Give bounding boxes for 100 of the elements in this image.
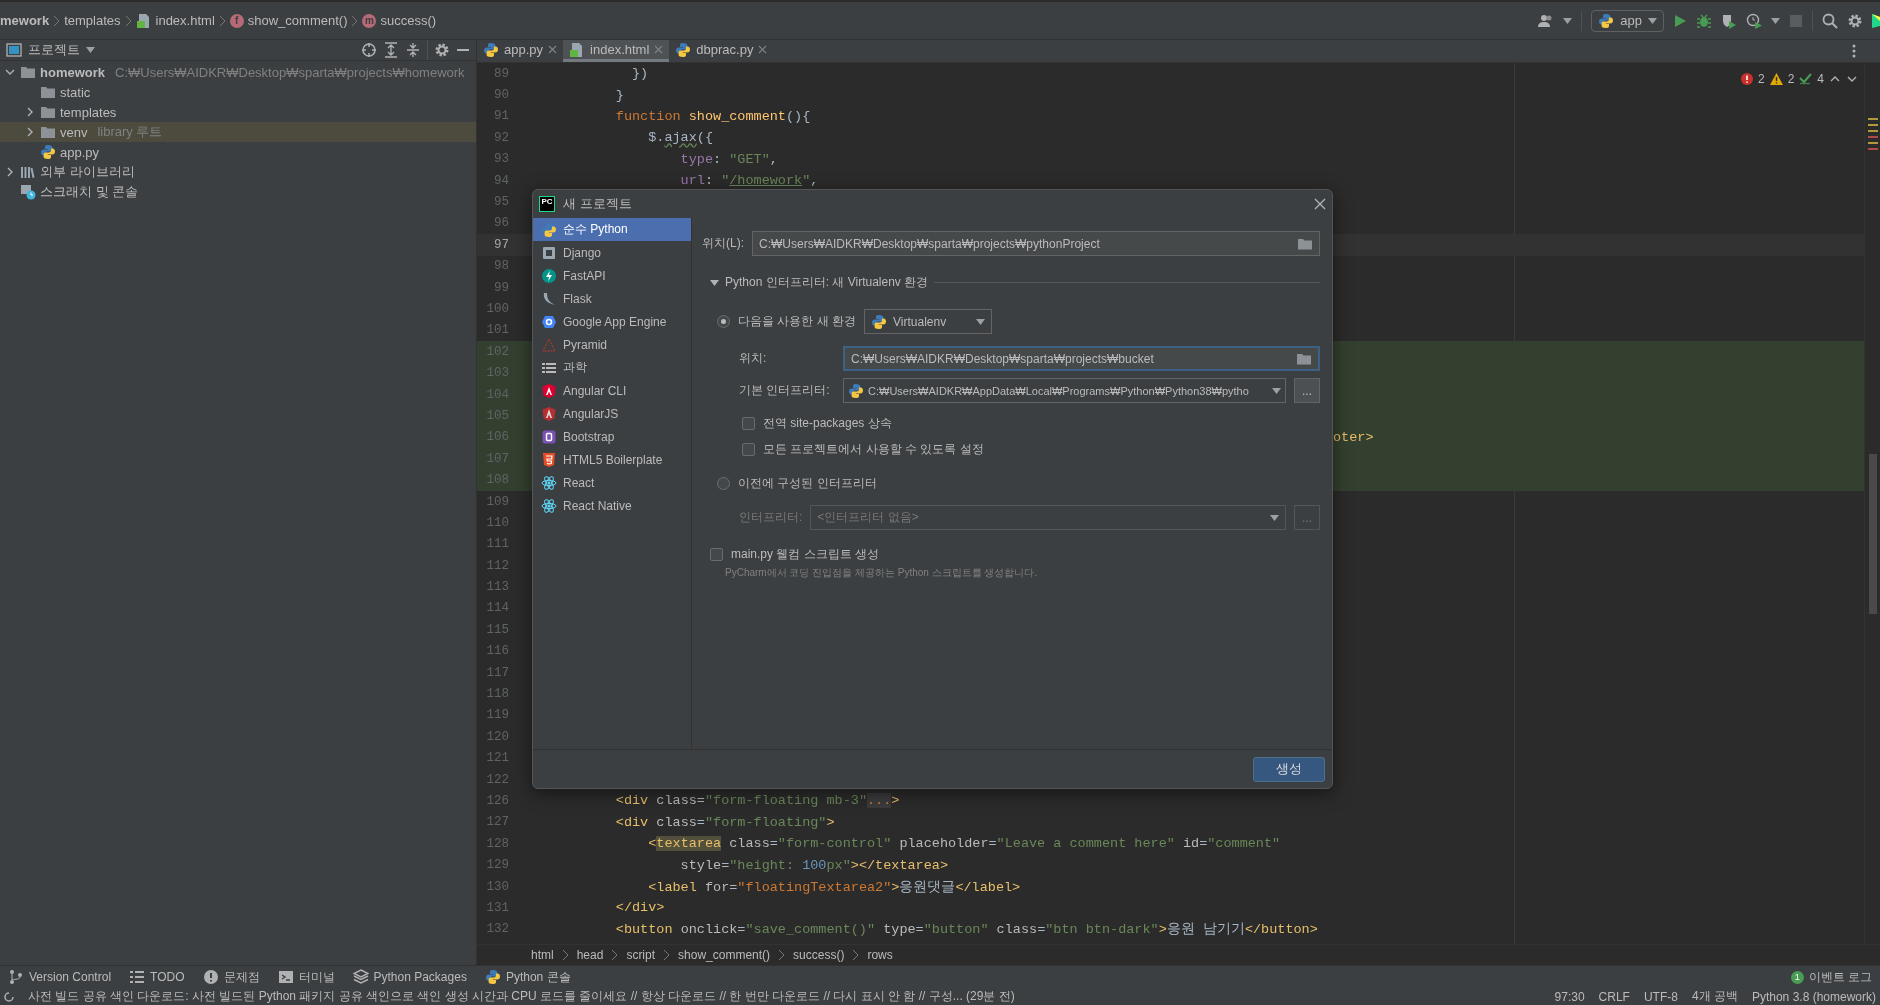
location-field[interactable]: C:₩Users₩AIDKR₩Desktop₩sparta₩projects₩pythonProject <box>752 231 1320 256</box>
caret-icon[interactable] <box>976 318 985 325</box>
scrollbar[interactable] <box>1864 63 1880 944</box>
breadcrumb-item[interactable]: show_comment() <box>678 948 771 962</box>
code-line: style="height: 100px"></textarea> <box>679 857 948 873</box>
status-item[interactable]: 4개 공백 <box>1691 988 1738 1005</box>
breadcrumb-item[interactable]: mework <box>0 13 50 28</box>
line-number: 109 <box>485 494 509 509</box>
project-type-item[interactable]: Pyramid <box>533 333 691 356</box>
tree-row[interactable]: static <box>0 82 476 102</box>
project-type-item[interactable]: Django <box>533 241 691 264</box>
project-type-item[interactable]: React <box>533 471 691 494</box>
status-item[interactable]: Python 3.8 (homework) <box>1751 989 1876 1004</box>
project-type-item[interactable]: Google App Engine <box>533 310 691 333</box>
typo-count[interactable]: 4 <box>1817 72 1824 86</box>
run-config-dropdown[interactable]: app <box>1591 9 1664 32</box>
checkbox-label: main.py 웰컴 스크립트 생성 <box>731 546 880 563</box>
caret-icon[interactable] <box>1771 17 1780 24</box>
environment-dropdown[interactable]: Virtualenv <box>864 309 992 334</box>
tree-row[interactable]: app.py <box>0 142 476 162</box>
line-number: 95 <box>493 195 509 210</box>
line-number: 116 <box>485 644 509 659</box>
project-type-item[interactable]: 과학 <box>533 356 691 379</box>
project-type-item[interactable]: React Native <box>533 494 691 517</box>
shield-icon <box>541 382 557 399</box>
line-number: 93 <box>493 152 509 167</box>
checkbox[interactable] <box>742 443 755 456</box>
profiler-icon[interactable] <box>1746 12 1762 29</box>
event-log-button[interactable]: 1 이벤트 로그 <box>1790 968 1872 986</box>
location-field[interactable]: C:₩Users₩AIDKR₩Desktop₩sparta₩projects₩bucket <box>843 346 1320 371</box>
tree-row[interactable]: homework C:₩Users₩AIDKR₩Desktop₩sparta₩projects₩homework <box>0 62 476 82</box>
error-count[interactable]: 2 <box>1757 72 1765 86</box>
caret-icon[interactable] <box>1563 17 1573 24</box>
project-path: C:₩Users₩AIDKR₩Desktop₩sparta₩projects₩homework <box>115 64 465 80</box>
panel-title[interactable]: 프로젝트 <box>28 41 80 59</box>
section-title[interactable]: Python 인터프리터: 새 Virtualenv 환경 <box>725 274 929 291</box>
expand-all-icon[interactable] <box>383 42 399 58</box>
project-type-item[interactable]: Flask <box>533 287 691 310</box>
close-icon[interactable] <box>758 45 768 54</box>
tree-label: venv <box>60 124 88 140</box>
breadcrumb-item[interactable]: index.html <box>155 13 215 28</box>
browse-button[interactable]: ... <box>1294 378 1320 403</box>
breadcrumb-item[interactable]: success() <box>793 948 845 962</box>
tool-window-button[interactable]: Python Packages <box>352 969 467 985</box>
coverage-icon[interactable] <box>1721 12 1737 29</box>
project-type-item[interactable]: AngularJS <box>533 402 691 425</box>
caret-icon[interactable] <box>86 47 95 53</box>
breadcrumb-item[interactable]: html <box>531 948 554 962</box>
checkbox[interactable] <box>710 548 723 561</box>
settings-icon[interactable] <box>1847 12 1863 29</box>
editor-tab[interactable]: index.html <box>563 40 670 62</box>
tree-row[interactable]: 외부 라이브러리 <box>0 162 476 182</box>
python-icon <box>483 41 499 58</box>
project-type-item[interactable]: Bootstrap <box>533 425 691 448</box>
status-item[interactable]: CRLF <box>1598 989 1630 1004</box>
status-message[interactable]: 사전 빌드 공유 색인 다운로드: 사전 빌드된 Python 패키지 공유 색인으로 색인 생성 시간과 CPU 로드를 줄이세요 // 항상 다운로드 // 한 번만 다운로드 // 다시 표시 안 함 // 구성... (29분 전) <box>28 988 1541 1005</box>
project-type-item[interactable]: HTML5 Boilerplate <box>533 448 691 471</box>
close-icon[interactable] <box>1314 198 1326 210</box>
triangle-down-icon[interactable] <box>710 279 719 286</box>
logo-icon[interactable] <box>1872 12 1880 29</box>
search-icon[interactable] <box>1822 12 1838 29</box>
line-number: 101 <box>485 323 509 338</box>
radio-button[interactable] <box>717 315 730 328</box>
crosshair-icon[interactable] <box>361 42 377 58</box>
breadcrumb-item[interactable]: templates <box>64 13 121 28</box>
tree-label: static <box>60 84 91 100</box>
project-type-item[interactable]: 순수 Python <box>533 218 691 241</box>
tree-row[interactable]: venv library 루트 <box>0 122 476 142</box>
tool-window-button[interactable]: 터미널 <box>277 968 335 986</box>
collapse-all-icon[interactable] <box>405 42 421 58</box>
run-icon[interactable] <box>1673 12 1687 29</box>
tool-window-button[interactable]: Version Control <box>8 969 112 985</box>
project-type-item[interactable]: FastAPI <box>533 264 691 287</box>
checkbox[interactable] <box>742 417 755 430</box>
breadcrumb-item[interactable]: show_comment() <box>247 13 348 28</box>
tree-row[interactable]: 스크래치 및 콘솔 <box>0 182 476 202</box>
radio-label: 이전에 구성된 인터프리터 <box>738 475 877 492</box>
bug-icon[interactable] <box>1696 12 1712 29</box>
project-type-item[interactable]: Angular CLI <box>533 379 691 402</box>
status-item[interactable]: 97:30 <box>1554 989 1585 1004</box>
breadcrumb-item[interactable]: success() <box>380 13 437 28</box>
caret-icon[interactable] <box>1272 387 1281 394</box>
status-item[interactable]: UTF-8 <box>1643 989 1678 1004</box>
interpreter-dropdown[interactable]: C:₩Users₩AIDKR₩AppData₩Local₩Programs₩Python₩Python38₩pytho <box>843 378 1286 403</box>
breadcrumb-item[interactable]: script <box>626 948 656 962</box>
django-icon <box>541 244 557 261</box>
close-icon[interactable] <box>548 45 558 54</box>
tree-row[interactable]: templates <box>0 102 476 122</box>
breadcrumb-item[interactable]: rows <box>867 948 893 962</box>
caret-icon[interactable] <box>1648 17 1657 24</box>
radio-label: 다음을 사용한 새 환경 <box>738 313 856 330</box>
more-icon[interactable] <box>1852 44 1856 58</box>
tool-window-button[interactable]: TODO <box>129 969 185 985</box>
warning-count[interactable]: 2 <box>1787 72 1795 86</box>
python-icon <box>871 313 887 330</box>
tool-window-button[interactable]: 문제점 <box>202 968 260 986</box>
create-button[interactable]: 생성 <box>1253 756 1325 782</box>
tool-window-button[interactable]: Python 콘솔 <box>484 968 571 986</box>
settings-icon[interactable] <box>434 42 450 58</box>
breadcrumb-item[interactable]: head <box>576 948 604 962</box>
